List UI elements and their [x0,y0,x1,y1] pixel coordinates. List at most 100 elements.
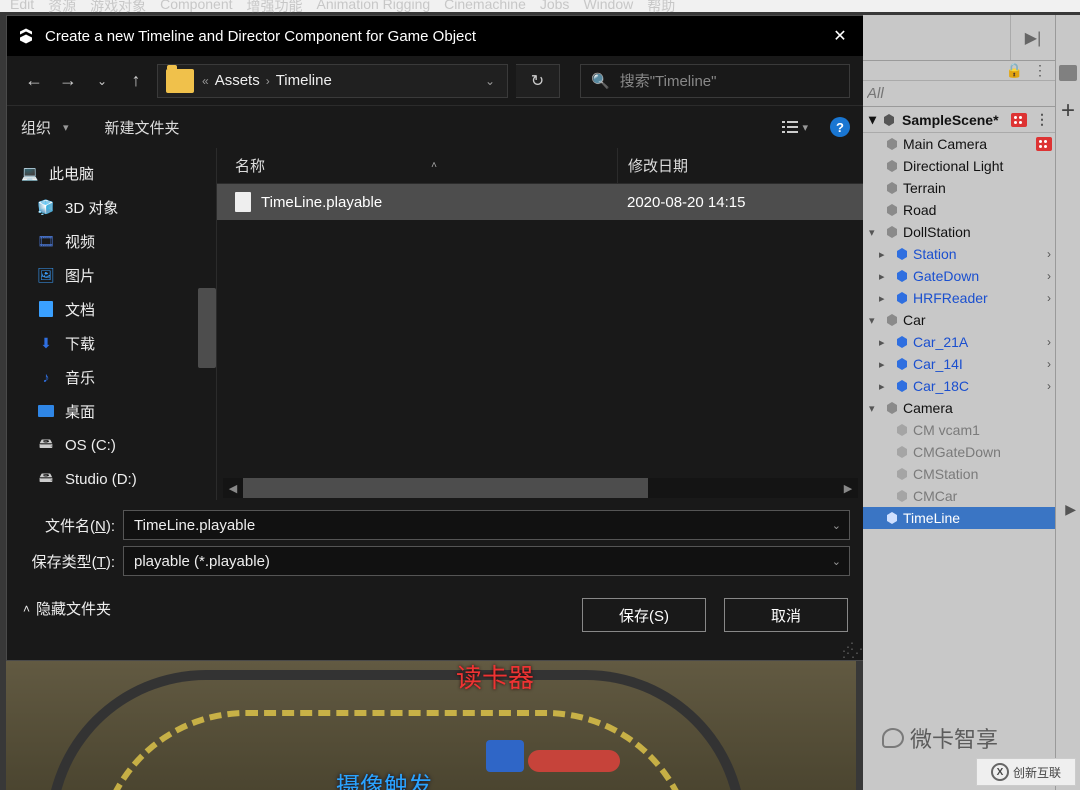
panel-menu-icon[interactable]: ⋮ [1033,62,1047,79]
hierarchy-item[interactable]: Terrain [863,177,1055,199]
new-folder-button[interactable]: 新建文件夹 [105,117,180,138]
open-prefab-icon[interactable]: › [1047,247,1055,261]
chevron-down-icon[interactable]: ⌄ [832,555,841,568]
titlebar[interactable]: Create a new Timeline and Director Compo… [7,16,864,56]
close-button[interactable]: ✕ [816,16,864,56]
scroll-left-icon[interactable]: ◀ [223,478,243,498]
expand-icon[interactable]: ▸ [879,336,891,349]
sidebar-pictures[interactable]: 🖼图片 [7,258,216,292]
expand-icon[interactable]: ▸ [879,358,891,371]
save-button[interactable]: 保存(S) [582,598,706,632]
expand-icon[interactable]: ▾ [869,111,876,128]
menu-item[interactable]: Cinemachine [444,0,526,12]
scene-menu-icon[interactable]: ⋮ [1035,111,1049,128]
up-button[interactable]: ↑ [123,65,149,97]
next-frame-button[interactable]: ▶| [1011,15,1055,60]
menu-item[interactable]: 游戏对象 [90,0,146,12]
forward-button[interactable]: → [55,65,81,97]
hierarchy-item[interactable]: Directional Light [863,155,1055,177]
crumb-assets[interactable]: Assets [215,72,260,89]
hierarchy-search-input[interactable] [867,85,1055,102]
hierarchy-item[interactable]: ▸GateDown› [863,265,1055,287]
hide-folders-toggle[interactable]: ˄隐藏文件夹 [23,598,111,619]
sidebar-scrollbar[interactable] [198,288,216,368]
refresh-button[interactable]: ↻ [516,64,560,98]
file-row[interactable]: TimeLine.playable 2020-08-20 14:15 [217,184,864,220]
hierarchy-item[interactable]: ▸HRFReader› [863,287,1055,309]
sidebar-downloads[interactable]: ⬇下载 [7,326,216,360]
open-prefab-icon[interactable]: › [1047,335,1055,349]
hierarchy-item[interactable]: ▸Car_18C› [863,375,1055,397]
crumb-timeline[interactable]: Timeline [276,72,332,89]
sidebar-desktop[interactable]: 桌面 [7,394,216,428]
menu-item[interactable]: Jobs [540,0,570,12]
menu-item[interactable]: 帮助 [647,0,675,12]
hierarchy-item[interactable]: CMCar [863,485,1055,507]
hierarchy-item[interactable]: CM vcam1 [863,419,1055,441]
scroll-right-icon[interactable]: ▶ [838,478,858,498]
hierarchy-item[interactable]: ▾Camera [863,397,1055,419]
hierarchy-item[interactable]: ▸Car_14I› [863,353,1055,375]
add-tab-button[interactable]: + [1061,91,1075,125]
hierarchy-item[interactable]: ▸Station› [863,243,1055,265]
hierarchy-item[interactable]: Main Camera [863,133,1055,155]
hierarchy-item[interactable]: TimeLine [863,507,1055,529]
filetype-select[interactable]: playable (*.playable)⌄ [123,546,850,576]
scroll-thumb[interactable] [243,478,648,498]
col-name-label[interactable]: 名称 [235,155,265,176]
crumb-root-icon[interactable]: « [202,74,209,88]
sidebar-videos[interactable]: 🎞视频 [7,224,216,258]
expand-inspector-icon[interactable]: ▶ [1065,501,1076,518]
expand-icon[interactable]: ▸ [879,380,891,393]
menu-item[interactable]: Edit [10,0,34,12]
expand-icon[interactable]: ▾ [869,226,881,239]
search-input[interactable]: 🔍 搜索"Timeline" [580,64,850,98]
expand-icon[interactable]: ▸ [879,270,891,283]
organize-menu[interactable]: 组织 [21,117,51,138]
organize-caret-icon[interactable]: ▾ [63,121,69,134]
menu-item[interactable]: Component [160,0,232,12]
recent-dropdown[interactable]: ⌄ [89,65,115,97]
open-prefab-icon[interactable]: › [1047,357,1055,371]
scene-header[interactable]: ▾SampleScene* ⋮ [863,107,1055,133]
menu-item[interactable]: Animation Rigging [317,0,431,12]
lock-icon[interactable]: 🔒 [1006,62,1023,79]
sidebar-drive-d[interactable]: 🖴Studio (D:) [7,462,216,496]
menu-item[interactable]: Window [583,0,633,12]
help-button[interactable]: ? [830,117,850,137]
address-dropdown[interactable]: ⌄ [473,65,507,97]
resize-grip-icon[interactable]: ⋰⋰⋰ [842,644,860,656]
unity-menubar[interactable]: Edit 资源 游戏对象 Component 增强功能 Animation Rigging… [0,0,1080,12]
file-list-hscroll[interactable]: ◀ ▶ [223,478,858,498]
file-list-header[interactable]: 名称˄ 修改日期 [217,148,864,184]
address-bar[interactable]: « Assets › Timeline ⌄ [157,64,508,98]
hierarchy-item[interactable]: ▾DollStation [863,221,1055,243]
expand-icon[interactable]: ▸ [879,292,891,305]
sidebar-3d-objects[interactable]: 🧊3D 对象 [7,190,216,224]
open-prefab-icon[interactable]: › [1047,291,1055,305]
sidebar-music[interactable]: ♪音乐 [7,360,216,394]
view-mode-button[interactable]: ▾ [782,120,808,134]
sidebar-documents[interactable]: 文档 [7,292,216,326]
expand-icon[interactable]: ▾ [869,402,881,415]
open-prefab-icon[interactable]: › [1047,379,1055,393]
hierarchy-item[interactable]: ▸Car_21A› [863,331,1055,353]
cancel-button[interactable]: 取消 [724,598,848,632]
expand-icon[interactable]: ▾ [869,314,881,327]
expand-icon[interactable]: ▸ [879,248,891,261]
filename-input[interactable]: TimeLine.playable⌄ [123,510,850,540]
sidebar-this-pc[interactable]: 💻此电脑 [7,156,216,190]
hierarchy-item[interactable]: CMGateDown [863,441,1055,463]
hierarchy-search[interactable] [863,81,1055,107]
menu-item[interactable]: 增强功能 [247,0,303,12]
hierarchy-item[interactable]: Road [863,199,1055,221]
dock-tab-icon[interactable] [1059,65,1077,81]
hierarchy-item[interactable]: ▾Car [863,309,1055,331]
col-date-label[interactable]: 修改日期 [628,155,688,176]
sidebar-drive-c[interactable]: 🖴OS (C:) [7,428,216,462]
back-button[interactable]: ← [21,65,47,97]
hierarchy-item[interactable]: CMStation [863,463,1055,485]
open-prefab-icon[interactable]: › [1047,269,1055,283]
chevron-down-icon[interactable]: ⌄ [832,519,841,532]
menu-item[interactable]: 资源 [48,0,76,12]
